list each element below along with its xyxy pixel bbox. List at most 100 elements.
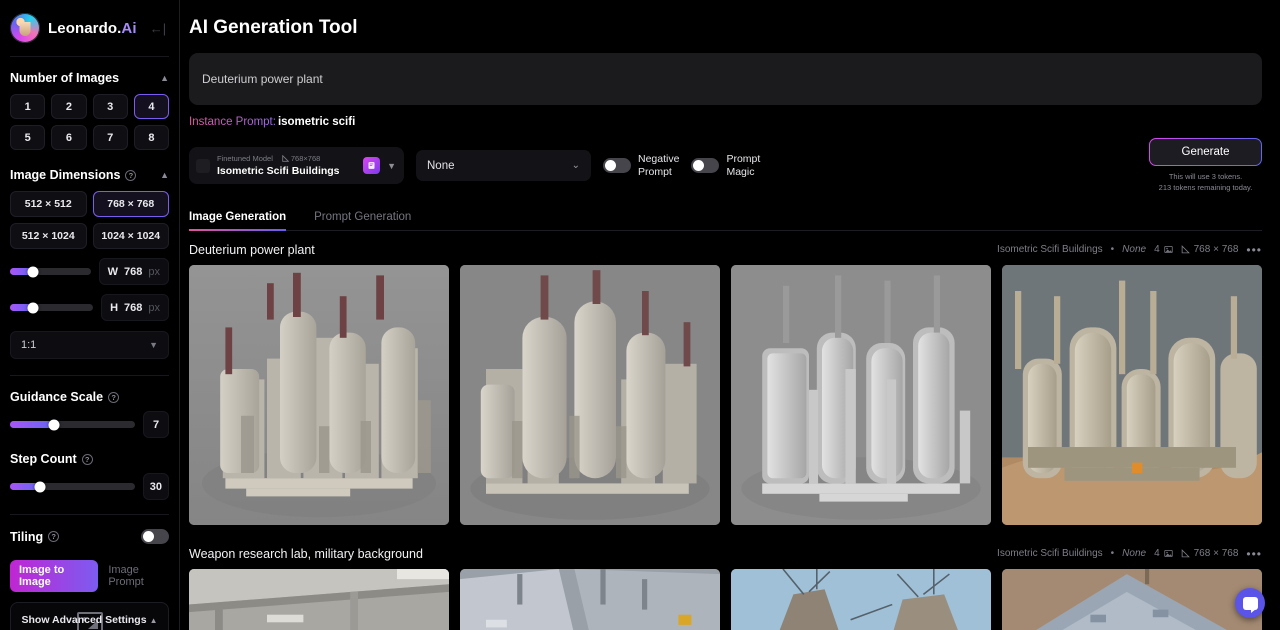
generated-image-5[interactable] bbox=[189, 568, 449, 630]
generate-button[interactable]: Generate bbox=[1149, 138, 1262, 166]
image-count-3[interactable]: 3 bbox=[92, 94, 128, 119]
generated-image-7[interactable] bbox=[731, 568, 991, 630]
model-resolution: 768×768 bbox=[282, 154, 320, 163]
chevron-down-icon: ⌄ bbox=[571, 160, 580, 172]
step-count-slider[interactable] bbox=[10, 481, 135, 492]
generated-image-8[interactable] bbox=[1002, 568, 1262, 630]
dimension-presets: 512 × 512 768 × 768 512 × 1024 1024 × 10… bbox=[10, 191, 169, 249]
ellipsis-icon[interactable]: ••• bbox=[1246, 547, 1262, 561]
help-icon[interactable]: ? bbox=[108, 391, 120, 403]
guidance-scale-header: Guidance Scale ? bbox=[10, 376, 169, 408]
result-group-1: Deuterium power plant Isometric Scifi Bu… bbox=[189, 231, 1262, 525]
finetuned-model-selector[interactable]: Finetuned Model 768×768 Isometric Scifi … bbox=[189, 147, 404, 185]
help-icon[interactable]: ? bbox=[48, 531, 60, 542]
aspect-ratio-select[interactable]: 1:1 ▼ bbox=[10, 331, 169, 359]
prompt-input[interactable]: Deuterium power plant bbox=[189, 53, 1262, 105]
guidance-scale-title: Guidance Scale bbox=[10, 390, 104, 404]
chat-bubble-icon[interactable] bbox=[1235, 588, 1265, 618]
chevron-down-icon[interactable]: ▼ bbox=[387, 161, 396, 171]
dimension-preset-768x768[interactable]: 768 × 768 bbox=[92, 191, 169, 217]
generated-image-1[interactable] bbox=[189, 264, 449, 525]
chevron-down-icon: ▼ bbox=[149, 340, 158, 350]
dimension-preset-1024x1024[interactable]: 1024 × 1024 bbox=[92, 223, 169, 249]
number-of-images-header[interactable]: Number of Images ▲ bbox=[10, 57, 169, 94]
image-count-7[interactable]: 7 bbox=[92, 125, 128, 150]
instance-prompt-value: isometric scifi bbox=[277, 116, 356, 128]
negative-prompt-label-line1: Negative bbox=[638, 152, 680, 165]
main-content: AI Generation Tool Deuterium power plant… bbox=[180, 0, 1280, 630]
image-count-6[interactable]: 6 bbox=[51, 125, 87, 150]
tab-prompt-generation[interactable]: Prompt Generation bbox=[314, 211, 411, 230]
model-badge-icon bbox=[363, 157, 381, 175]
step-count-title: Step Count bbox=[10, 452, 77, 466]
generated-image-3[interactable] bbox=[731, 264, 991, 525]
negative-prompt-label: Negative Prompt bbox=[638, 153, 679, 179]
tab-image-generation[interactable]: Image Generation bbox=[189, 211, 287, 231]
height-field[interactable]: H 768 px bbox=[101, 294, 169, 321]
step-count-header: Step Count ? bbox=[10, 438, 169, 470]
chevron-up-icon: ▲ bbox=[160, 73, 169, 83]
prompt-magic-toggle[interactable] bbox=[691, 158, 720, 174]
show-advanced-settings-button[interactable]: Show Advanced Settings ▲ bbox=[0, 614, 179, 626]
tab-image-prompt[interactable]: Image Prompt bbox=[108, 564, 169, 588]
result-image-grid bbox=[189, 264, 1262, 525]
result-resolution-text: 768 × 768 bbox=[1193, 548, 1239, 559]
prompt-magic-label-line2: Magic bbox=[726, 165, 755, 178]
width-slider[interactable] bbox=[10, 266, 91, 277]
dimension-preset-512x1024[interactable]: 512 × 1024 bbox=[10, 223, 87, 249]
image-dimensions-header[interactable]: Image Dimensions ? ▲ bbox=[10, 150, 169, 191]
help-icon[interactable]: ? bbox=[125, 169, 137, 181]
guidance-scale-slider[interactable] bbox=[10, 419, 135, 430]
width-value: 768 bbox=[124, 265, 143, 278]
guidance-scale-row: 7 bbox=[10, 411, 169, 438]
tokens-remaining-text: 213 tokens remaining today. bbox=[1158, 183, 1253, 193]
generated-image-2[interactable] bbox=[460, 264, 720, 525]
height-slider[interactable] bbox=[10, 302, 94, 313]
collapse-left-icon[interactable]: ←| bbox=[147, 17, 169, 39]
tiling-toggle[interactable] bbox=[141, 529, 169, 544]
step-count-value: 30 bbox=[149, 480, 162, 493]
image-count-1[interactable]: 1 bbox=[10, 94, 46, 119]
style-select[interactable]: None ⌄ bbox=[416, 150, 591, 182]
input-mode-tabs: Image to Image Image Prompt bbox=[10, 560, 169, 592]
result-count: 4 bbox=[1154, 548, 1173, 559]
image-count-4[interactable]: 4 bbox=[133, 94, 169, 119]
app-root: Leonardo.Ai ←| Number of Images ▲ 1 2 3 … bbox=[0, 0, 1280, 630]
brand-name: Leonardo.Ai bbox=[48, 20, 137, 37]
sidebar: Leonardo.Ai ←| Number of Images ▲ 1 2 3 … bbox=[0, 0, 180, 630]
height-slider-row: H 768 px bbox=[10, 294, 169, 321]
width-field[interactable]: W 768 px bbox=[98, 258, 169, 285]
prompt-value: Deuterium power plant bbox=[202, 72, 323, 86]
guidance-scale-value-box[interactable]: 7 bbox=[143, 411, 169, 438]
aspect-ratio-value: 1:1 bbox=[21, 339, 37, 351]
caret-up-icon: ▲ bbox=[149, 616, 158, 625]
result-header: Weapon research lab, military background… bbox=[189, 535, 1262, 569]
result-resolution: 768 × 768 bbox=[1181, 548, 1239, 559]
model-info: Finetuned Model 768×768 Isometric Scifi … bbox=[217, 154, 340, 177]
image-count-5[interactable]: 5 bbox=[10, 125, 46, 150]
ellipsis-icon[interactable]: ••• bbox=[1246, 243, 1262, 257]
chevron-up-icon: ▲ bbox=[160, 170, 169, 180]
generated-image-6[interactable] bbox=[460, 568, 720, 630]
help-icon[interactable]: ? bbox=[81, 453, 93, 465]
generate-area: Generate This will use 3 tokens. 213 tok… bbox=[1149, 138, 1262, 194]
width-label: W bbox=[107, 265, 119, 278]
tiling-row: Tiling ? bbox=[10, 529, 169, 544]
result-meta: Isometric Scifi Buildings • None 4 768 ×… bbox=[997, 547, 1262, 561]
result-title: Weapon research lab, military background bbox=[189, 546, 423, 561]
instance-prompt: Instance Prompt: isometric scifi bbox=[189, 116, 1280, 128]
dimension-preset-512x512[interactable]: 512 × 512 bbox=[10, 191, 87, 217]
tab-image-to-image[interactable]: Image to Image bbox=[10, 560, 99, 592]
image-count-8[interactable]: 8 bbox=[133, 125, 169, 150]
style-select-value: None bbox=[427, 159, 455, 172]
tiling-title: Tiling bbox=[10, 529, 44, 544]
prompt-magic-group: Prompt Magic bbox=[691, 153, 760, 179]
image-count-2[interactable]: 2 bbox=[51, 94, 87, 119]
show-advanced-settings-label: Show Advanced Settings bbox=[21, 614, 147, 626]
negative-prompt-toggle[interactable] bbox=[603, 158, 631, 174]
generated-image-4[interactable] bbox=[1002, 264, 1262, 525]
step-count-value-box[interactable]: 30 bbox=[142, 473, 169, 500]
divider bbox=[10, 514, 169, 515]
token-cost-text: This will use 3 tokens. bbox=[1168, 172, 1243, 181]
guidance-scale-value: 7 bbox=[152, 418, 160, 431]
